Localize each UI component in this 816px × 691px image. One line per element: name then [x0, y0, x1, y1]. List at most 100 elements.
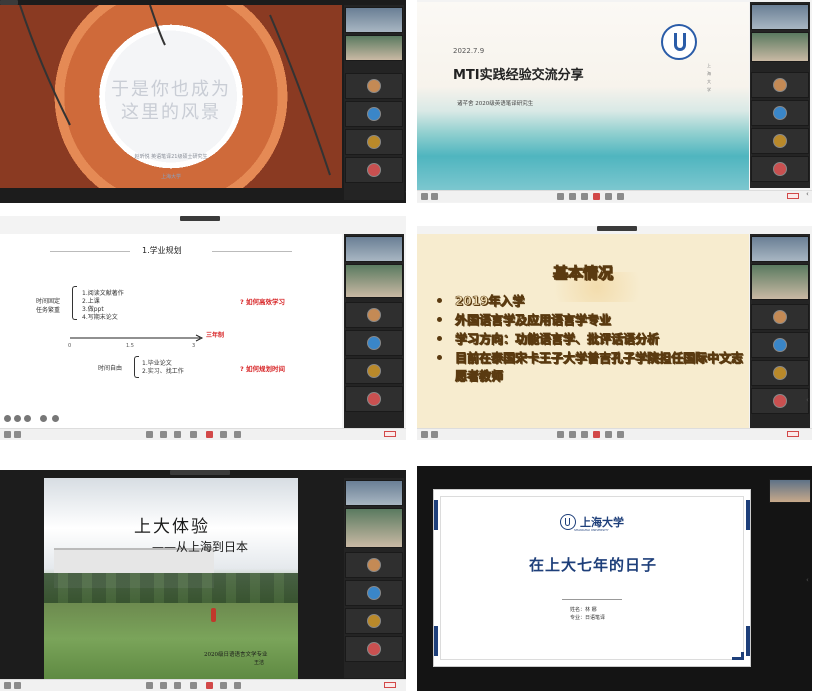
slide-6-left-bar-bottom — [434, 626, 438, 656]
participant-tile[interactable] — [345, 608, 403, 634]
pen-icon[interactable] — [24, 415, 31, 422]
menu-icon[interactable] — [40, 415, 47, 422]
shared-slide-6: 上海大学 SHANGHAI UNIVERSITY 在上大七年的日子 姓名：林 娜… — [433, 489, 751, 667]
next-slide-icon[interactable] — [14, 415, 21, 422]
participant-tile[interactable] — [751, 388, 809, 414]
participant-tile[interactable] — [345, 129, 403, 155]
video-icon[interactable] — [431, 431, 438, 438]
more-icon[interactable] — [617, 431, 624, 438]
chat-icon[interactable] — [569, 431, 576, 438]
record-icon[interactable] — [206, 682, 213, 689]
participant-video[interactable] — [345, 7, 403, 33]
participant-video[interactable] — [345, 264, 403, 298]
reactions-icon[interactable] — [190, 682, 197, 689]
participant-tile[interactable] — [751, 128, 809, 154]
slide-3-brace-2 — [134, 356, 139, 378]
record-icon[interactable] — [593, 193, 600, 200]
participant-tile[interactable] — [345, 330, 403, 356]
bullet-dot — [437, 298, 442, 303]
shared-slide-3: 1.学业规划 时间固定 任务繁重 1.阅读文献著作 2.上课 3.做ppt 4.… — [0, 234, 342, 428]
chat-icon[interactable] — [160, 431, 167, 438]
participant-tile[interactable] — [751, 304, 809, 330]
leave-meeting-button[interactable] — [384, 431, 396, 437]
participants-icon[interactable] — [146, 682, 153, 689]
participants-icon[interactable] — [557, 193, 564, 200]
speaker-video-thumbnail[interactable] — [769, 479, 811, 503]
leave-meeting-button[interactable] — [787, 431, 799, 437]
mute-icon[interactable] — [421, 431, 428, 438]
participant-sidebar-2 — [750, 2, 810, 188]
participant-tile[interactable] — [345, 580, 403, 606]
share-icon[interactable] — [174, 431, 181, 438]
participant-tile[interactable] — [345, 157, 403, 183]
participant-sidebar-4 — [750, 234, 810, 428]
more-icon[interactable] — [234, 431, 241, 438]
chat-icon[interactable] — [160, 682, 167, 689]
participant-video[interactable] — [345, 236, 403, 262]
mute-icon[interactable] — [4, 431, 11, 438]
avatar — [773, 78, 787, 92]
participant-tile[interactable] — [345, 636, 403, 662]
scroll-right-icon[interactable]: ‹ — [806, 190, 809, 198]
bullet-item: 学习方向：功能语言学、批评话语分析 — [437, 330, 747, 349]
participant-tile[interactable] — [751, 332, 809, 358]
window-title-tag — [597, 226, 637, 231]
video-icon[interactable] — [14, 431, 21, 438]
apps-icon[interactable] — [220, 682, 227, 689]
meeting-window-5: 上大体验 ——从上海到日本 2020级日语语言文学专业 王洁 — [0, 470, 406, 691]
participant-tile[interactable] — [345, 73, 403, 99]
slide-4-bullet-list: 2019年入学 外国语言学及应用语言学专业 学习方向：功能语言学、批评话语分析 … — [437, 292, 747, 385]
participant-video[interactable] — [751, 4, 809, 30]
leave-meeting-button[interactable] — [384, 682, 396, 688]
apps-icon[interactable] — [605, 431, 612, 438]
participant-video[interactable] — [345, 35, 403, 61]
chat-icon[interactable] — [569, 193, 576, 200]
participant-video[interactable] — [751, 236, 809, 262]
participant-sidebar-1 — [344, 5, 404, 200]
zoom-icon[interactable] — [52, 415, 59, 422]
scroll-right-icon[interactable]: ‹ — [405, 188, 406, 196]
participant-tile[interactable] — [345, 386, 403, 412]
participant-tile[interactable] — [751, 360, 809, 386]
meeting-window-3: 1.学业规划 时间固定 任务繁重 1.阅读文献著作 2.上课 3.做ppt 4.… — [0, 216, 406, 440]
participant-tile[interactable] — [751, 100, 809, 126]
video-icon[interactable] — [431, 193, 438, 200]
participant-sidebar-3 — [344, 234, 404, 428]
participant-video[interactable] — [751, 264, 809, 300]
bullet-text: 外国语言学及应用语言学专业 — [455, 313, 612, 328]
more-icon[interactable] — [234, 682, 241, 689]
video-icon[interactable] — [14, 682, 21, 689]
participants-icon[interactable] — [146, 431, 153, 438]
participant-tile[interactable] — [751, 72, 809, 98]
bullet-text: 学习方向：功能语言学、批评话语分析 — [455, 332, 660, 347]
record-icon[interactable] — [206, 431, 213, 438]
share-icon[interactable] — [581, 193, 588, 200]
share-icon[interactable] — [581, 431, 588, 438]
scroll-right-icon[interactable]: ‹ — [806, 396, 809, 404]
apps-icon[interactable] — [220, 431, 227, 438]
participant-video[interactable] — [751, 32, 809, 62]
participant-tile[interactable] — [345, 552, 403, 578]
participant-tile[interactable] — [345, 358, 403, 384]
scroll-right-icon[interactable]: ‹ — [806, 576, 809, 584]
avatar — [367, 79, 381, 93]
apps-icon[interactable] — [605, 193, 612, 200]
slide-3-free-label: 时间自由 — [98, 365, 123, 372]
avatar — [773, 134, 787, 148]
meeting-toolbar-4 — [417, 428, 812, 440]
leave-meeting-button[interactable] — [787, 193, 799, 199]
participants-icon[interactable] — [557, 431, 564, 438]
mute-icon[interactable] — [421, 193, 428, 200]
prev-slide-icon[interactable] — [4, 415, 11, 422]
reactions-icon[interactable] — [190, 431, 197, 438]
participant-video[interactable] — [345, 480, 403, 506]
mute-icon[interactable] — [4, 682, 11, 689]
participant-tile[interactable] — [345, 101, 403, 127]
participant-tile[interactable] — [345, 302, 403, 328]
share-icon[interactable] — [174, 682, 181, 689]
participant-video[interactable] — [345, 508, 403, 548]
avatar — [773, 338, 787, 352]
participant-tile[interactable] — [751, 156, 809, 182]
record-icon[interactable] — [593, 431, 600, 438]
more-icon[interactable] — [617, 193, 624, 200]
